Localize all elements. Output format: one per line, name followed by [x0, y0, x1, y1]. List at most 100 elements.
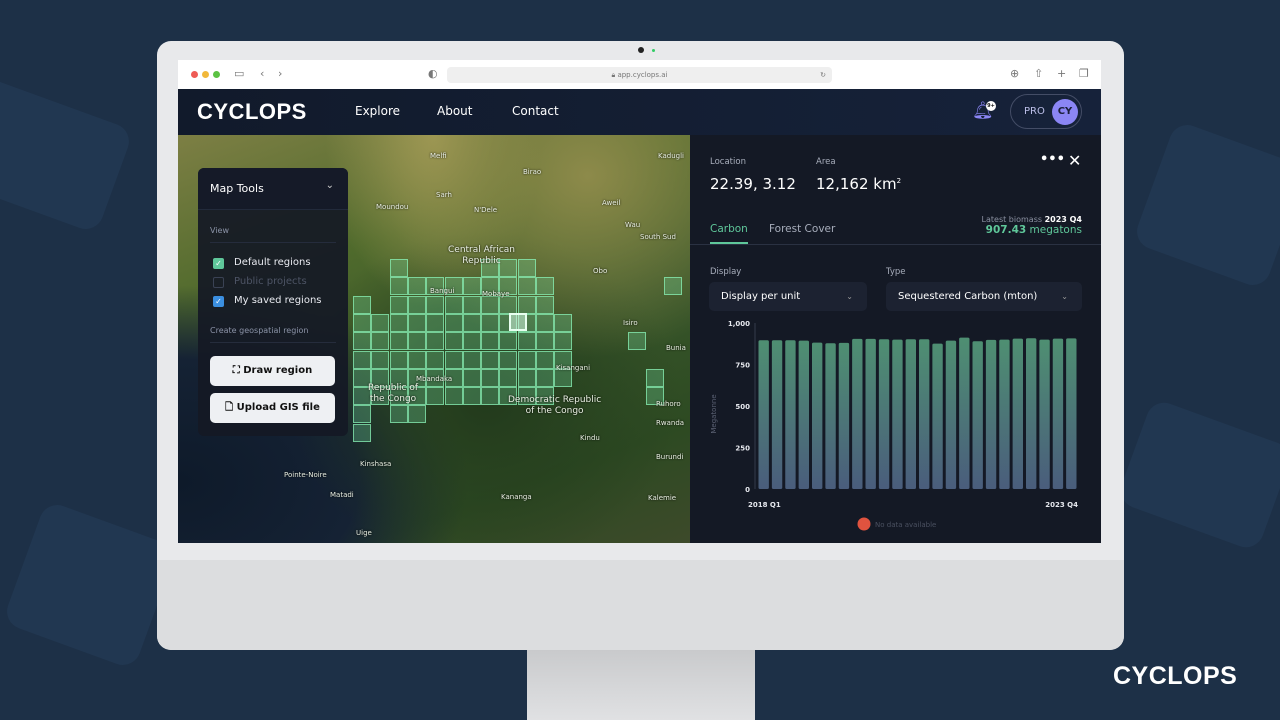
close-icon[interactable]: ✕ — [1068, 151, 1081, 170]
region-cell[interactable] — [536, 332, 554, 351]
region-cell[interactable] — [407, 332, 426, 351]
region-cell[interactable] — [389, 405, 408, 424]
share-icon[interactable]: ⇧ — [1034, 67, 1043, 80]
minimize-window-button[interactable] — [202, 71, 209, 78]
type-select[interactable]: Sequestered Carbon (mton) ⌄ — [886, 282, 1082, 311]
new-tab-icon[interactable]: + — [1057, 67, 1066, 80]
region-cell[interactable] — [371, 350, 390, 369]
region-cell[interactable] — [481, 350, 500, 369]
region-cell[interactable] — [481, 332, 500, 351]
region-cell[interactable] — [389, 332, 408, 351]
logo[interactable]: CYCLOPS — [197, 99, 307, 125]
region-cell[interactable] — [499, 295, 518, 314]
maximize-window-button[interactable] — [213, 71, 220, 78]
chevron-down-icon[interactable]: ⌄ — [326, 180, 334, 191]
chevron-down-icon: ⌄ — [846, 292, 853, 301]
nav-about[interactable]: About — [437, 104, 472, 118]
download-icon[interactable]: ⊕ — [1010, 67, 1019, 80]
region-cell[interactable] — [462, 277, 481, 296]
reload-icon[interactable]: ↻ — [820, 67, 826, 83]
region-cell[interactable] — [462, 313, 481, 332]
no-data-legend-label: No data available — [875, 521, 936, 529]
back-icon[interactable]: ‹ — [260, 67, 264, 80]
region-cell[interactable] — [627, 332, 646, 351]
region-cell[interactable] — [481, 387, 500, 406]
default-regions-checkbox[interactable]: ✓ — [213, 258, 224, 269]
region-cell[interactable] — [536, 277, 554, 296]
region-cell[interactable] — [481, 295, 500, 314]
tab-carbon[interactable]: Carbon — [710, 223, 748, 244]
display-select[interactable]: Display per unit ⌄ — [709, 282, 867, 311]
region-cell[interactable] — [407, 350, 426, 369]
region-cell[interactable] — [353, 313, 371, 332]
region-cell[interactable] — [444, 313, 463, 332]
region-cell[interactable] — [517, 332, 536, 351]
region-cell[interactable] — [517, 277, 536, 296]
region-cell[interactable] — [536, 350, 554, 369]
region-cell[interactable] — [407, 277, 426, 296]
region-cell[interactable] — [407, 405, 426, 424]
public-projects-checkbox[interactable] — [213, 277, 224, 288]
more-options-icon[interactable]: ••• — [1040, 152, 1065, 167]
sidebar-icon[interactable]: ▭ — [234, 67, 244, 80]
selected-region-cell[interactable] — [509, 313, 527, 331]
close-window-button[interactable] — [191, 71, 198, 78]
map[interactable]: Melfi Kadugli Birao Sarh Moundou N'Dele Aweil W… — [178, 135, 690, 543]
region-cell[interactable] — [353, 423, 371, 442]
region-cell[interactable] — [462, 350, 481, 369]
tabs-icon[interactable]: ❐ — [1079, 67, 1089, 80]
region-cell[interactable] — [444, 332, 463, 351]
region-cell[interactable] — [536, 313, 554, 332]
region-cell[interactable] — [353, 332, 371, 351]
forward-icon[interactable]: › — [278, 67, 282, 80]
address-bar[interactable]: 🔒︎ app.cyclops.ai ↻ — [447, 67, 832, 83]
region-cell[interactable] — [426, 313, 445, 332]
map-tools-header[interactable]: Map Tools ⌄ — [198, 168, 348, 210]
region-cell[interactable] — [389, 313, 408, 332]
region-cell[interactable] — [389, 277, 408, 296]
region-cell[interactable] — [536, 295, 554, 314]
region-cell[interactable] — [481, 368, 500, 387]
region-cell[interactable] — [371, 313, 390, 332]
region-cell[interactable] — [426, 295, 445, 314]
region-cell[interactable] — [499, 350, 518, 369]
region-cell[interactable] — [481, 313, 500, 332]
region-cell[interactable] — [426, 332, 445, 351]
region-cell[interactable] — [664, 277, 683, 296]
region-cell[interactable] — [462, 387, 481, 406]
region-cell[interactable] — [517, 368, 536, 387]
region-cell[interactable] — [517, 350, 536, 369]
region-cell[interactable] — [444, 295, 463, 314]
account-button[interactable]: PRO CY — [1010, 94, 1082, 129]
region-cell[interactable] — [499, 368, 518, 387]
region-cell[interactable] — [426, 387, 445, 406]
region-cell[interactable] — [554, 332, 573, 351]
region-cell[interactable] — [389, 350, 408, 369]
region-cell[interactable] — [444, 387, 463, 406]
region-cell[interactable] — [444, 350, 463, 369]
draw-region-button[interactable]: ⛶ Draw region — [210, 356, 335, 386]
region-cell[interactable] — [353, 405, 371, 424]
region-cell[interactable] — [389, 295, 408, 314]
region-cell[interactable] — [353, 350, 371, 369]
region-cell[interactable] — [462, 368, 481, 387]
tab-forest-cover[interactable]: Forest Cover — [769, 223, 835, 235]
region-cell[interactable] — [462, 295, 481, 314]
region-cell[interactable] — [426, 350, 445, 369]
region-cell[interactable] — [407, 295, 426, 314]
region-cell[interactable] — [407, 313, 426, 332]
region-cell[interactable] — [371, 332, 390, 351]
upload-gis-button[interactable]: 🗋 Upload GIS file — [210, 393, 335, 423]
nav-explore[interactable]: Explore — [355, 104, 400, 118]
region-cell[interactable] — [462, 332, 481, 351]
region-cell[interactable] — [389, 259, 408, 277]
saved-regions-checkbox[interactable]: ✓ — [213, 296, 224, 307]
region-cell[interactable] — [353, 295, 371, 314]
region-cell[interactable] — [499, 332, 518, 351]
region-cell[interactable] — [554, 313, 573, 332]
region-cell[interactable] — [517, 259, 536, 277]
region-cell[interactable] — [536, 368, 554, 387]
region-cell[interactable] — [517, 295, 536, 314]
nav-contact[interactable]: Contact — [512, 104, 559, 118]
region-cell[interactable] — [645, 368, 664, 387]
